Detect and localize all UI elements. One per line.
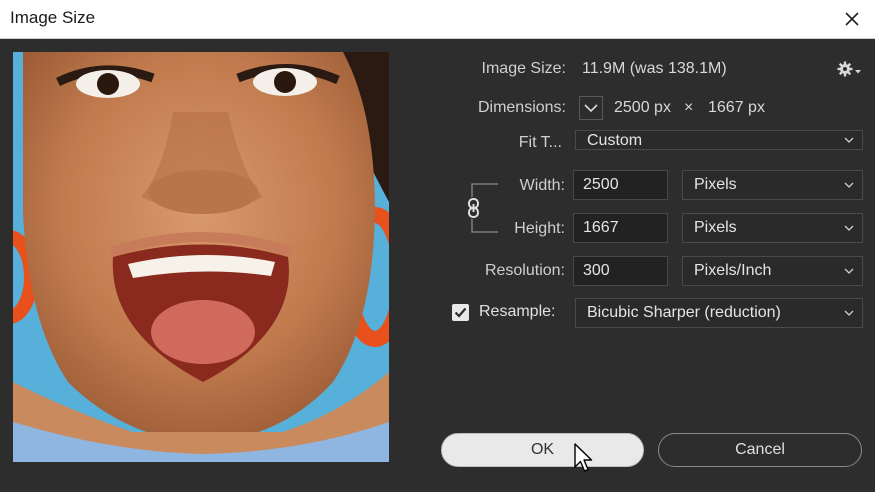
chevron-down-icon [844, 182, 854, 188]
preview-photo [13, 52, 389, 462]
checkmark-icon [454, 307, 467, 318]
gear-icon [837, 61, 861, 77]
dialog-title: Image Size [10, 8, 96, 27]
cancel-button[interactable]: Cancel [658, 433, 862, 467]
chevron-down-icon [579, 96, 603, 120]
dimensions-toggle[interactable] [579, 96, 603, 120]
width-unit-select[interactable]: Pixels [682, 170, 863, 200]
width-unit-selected: Pixels [694, 176, 737, 193]
image-preview[interactable] [13, 52, 389, 462]
resample-checkbox[interactable] [452, 304, 469, 321]
close-button[interactable] [837, 4, 867, 34]
title-bar: Image Size [0, 0, 875, 39]
constrain-proportions-toggle[interactable] [464, 197, 484, 219]
width-label: Width: [519, 177, 565, 194]
fit-to-select[interactable]: Custom [575, 130, 863, 150]
ok-button[interactable]: OK [441, 433, 644, 467]
chain-link-icon [464, 197, 484, 219]
resample-method-selected: Bicubic Sharper (reduction) [587, 304, 781, 321]
height-input[interactable]: 1667 [573, 213, 668, 243]
fit-to-label: Fit T... [518, 134, 562, 151]
settings-button[interactable] [836, 60, 862, 78]
dimensions-label: Dimensions: [477, 99, 566, 116]
dimensions-separator: × [684, 99, 694, 116]
resolution-unit-selected: Pixels/Inch [694, 262, 772, 279]
mouse-pointer-icon [574, 443, 593, 472]
resample-method-select[interactable]: Bicubic Sharper (reduction) [575, 298, 863, 328]
height-label: Height: [514, 220, 565, 237]
dimensions-width-value: 2500 px [614, 99, 671, 116]
width-input[interactable]: 2500 [573, 170, 668, 200]
resolution-unit-select[interactable]: Pixels/Inch [682, 256, 863, 286]
close-icon [845, 12, 859, 26]
fit-to-selected: Custom [587, 132, 643, 149]
resolution-label: Resolution: [484, 262, 565, 279]
image-size-value: 11.9M (was 138.1M) [582, 60, 727, 77]
chevron-down-icon [844, 310, 854, 316]
chevron-down-icon [844, 268, 854, 274]
chevron-down-icon [844, 137, 854, 143]
resample-label: Resample: [479, 303, 556, 320]
height-unit-select[interactable]: Pixels [682, 213, 863, 243]
image-size-label: Image Size: [481, 60, 566, 77]
resolution-input[interactable]: 300 [573, 256, 668, 286]
dimensions-height-value: 1667 px [708, 99, 765, 116]
chevron-down-icon [844, 225, 854, 231]
image-size-dialog: Image Size Image Size: 11.9M (was 138.1M… [0, 0, 875, 492]
height-unit-selected: Pixels [694, 219, 737, 236]
